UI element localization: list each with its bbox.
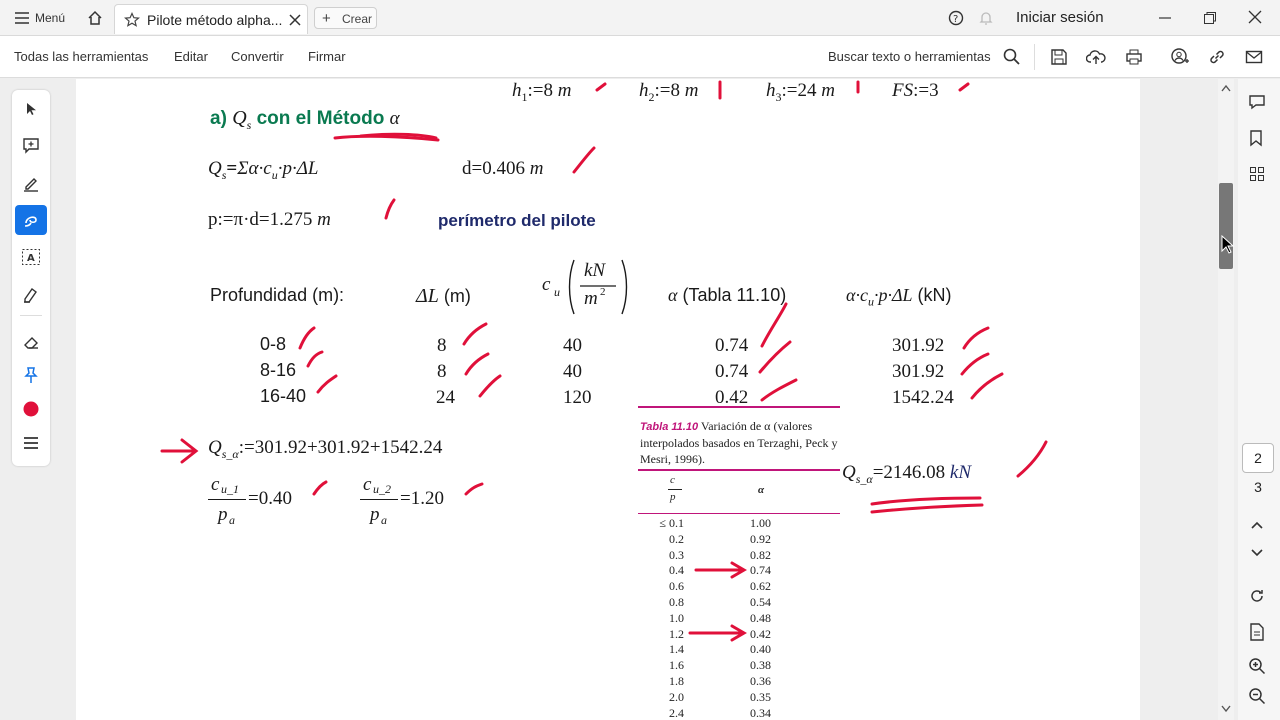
total-pages: 3 bbox=[1254, 479, 1262, 495]
comments-panel-icon[interactable] bbox=[1246, 91, 1268, 113]
ink-check bbox=[462, 322, 502, 398]
ink-arrow bbox=[694, 561, 747, 579]
chevron-down-icon[interactable] bbox=[1246, 543, 1268, 563]
ink-check bbox=[384, 198, 396, 220]
ink-check bbox=[960, 326, 1004, 400]
close-window-icon[interactable] bbox=[1246, 8, 1264, 26]
page-info-icon[interactable] bbox=[1246, 621, 1268, 643]
refresh-icon[interactable] bbox=[1246, 585, 1268, 607]
ink-check bbox=[758, 302, 798, 402]
ink-underline bbox=[870, 496, 984, 514]
zoom-in-icon[interactable] bbox=[1246, 655, 1268, 677]
zoom-out-icon[interactable] bbox=[1246, 685, 1268, 707]
vertical-scrollbar[interactable] bbox=[1218, 79, 1234, 720]
ink-check bbox=[298, 326, 338, 394]
right-rail: 2 3 bbox=[1238, 79, 1280, 720]
email-icon[interactable] bbox=[1244, 47, 1264, 67]
ink-check bbox=[572, 146, 596, 174]
ink-check bbox=[595, 80, 970, 100]
ink-arrow bbox=[688, 624, 747, 642]
scroll-up-arrow-icon[interactable] bbox=[1221, 83, 1231, 93]
current-page-box[interactable]: 2 bbox=[1242, 443, 1274, 473]
chevron-up-icon[interactable] bbox=[1246, 515, 1268, 535]
ink-arrow bbox=[160, 438, 199, 464]
mouse-cursor-icon bbox=[1221, 234, 1235, 260]
ink-annotations bbox=[160, 80, 1048, 642]
ink-check bbox=[1016, 440, 1048, 478]
bookmarks-icon[interactable] bbox=[1246, 127, 1268, 149]
thumbnails-grid-icon[interactable] bbox=[1246, 163, 1268, 185]
ink-check bbox=[312, 480, 484, 496]
scroll-down-arrow-icon[interactable] bbox=[1221, 704, 1231, 714]
